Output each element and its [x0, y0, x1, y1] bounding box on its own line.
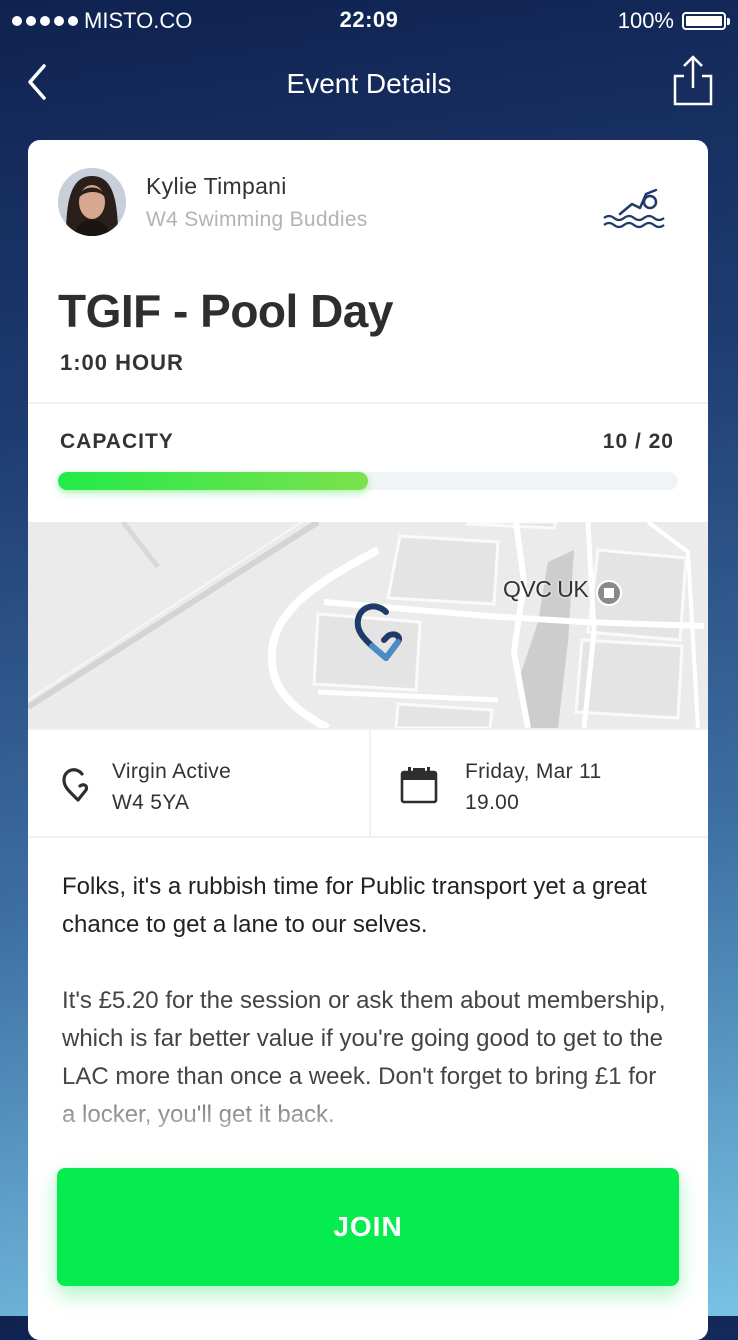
location-name: Virgin Active: [112, 760, 232, 783]
organizer-group: W4 Swimming Buddies: [146, 207, 368, 231]
battery-percent: 100%: [617, 8, 674, 33]
event-duration: 1:00 HOUR: [60, 350, 184, 375]
description-paragraph: Folks, it's a rubbish time for Public tr…: [62, 873, 647, 938]
capacity-progress-bar: [58, 472, 678, 490]
join-button[interactable]: JOIN: [57, 1168, 679, 1286]
calendar-icon: [400, 767, 438, 804]
share-icon: [673, 55, 713, 106]
poi-marker-icon: [596, 580, 622, 606]
location-map[interactable]: QVC UK: [28, 522, 708, 728]
location-info[interactable]: Virgin Active W4 5YA: [28, 730, 368, 836]
page-title: Event Details: [286, 68, 452, 99]
location-postcode: W4 5YA: [112, 791, 190, 814]
avatar: [58, 168, 126, 236]
share-button[interactable]: [672, 54, 714, 106]
event-time: 19.00: [465, 791, 520, 814]
battery-info: 100%: [617, 8, 730, 34]
event-info-row: Virgin Active W4 5YA Friday, Mar 11 19.0…: [28, 728, 708, 838]
capacity-progress-fill: [58, 472, 368, 490]
location-pin-icon: [62, 768, 89, 802]
swimming-icon: [603, 188, 665, 229]
organizer-name: Kylie Timpani: [146, 172, 287, 199]
battery-icon: [682, 12, 730, 30]
datetime-info[interactable]: Friday, Mar 11 19.00: [369, 730, 708, 836]
organizer[interactable]: Kylie Timpani W4 Swimming Buddies: [58, 168, 368, 236]
description-fade-overlay: [28, 1080, 708, 1170]
poi-label: QVC UK: [503, 576, 589, 602]
event-date: Friday, Mar 11: [465, 760, 602, 783]
event-card: Kylie Timpani W4 Swimming Buddies TGIF -…: [28, 140, 708, 1340]
divider: [28, 402, 708, 404]
capacity-label: CAPACITY: [60, 430, 174, 453]
nav-bar: Event Details: [0, 50, 738, 120]
event-title: TGIF - Pool Day: [58, 285, 393, 337]
capacity-count: 10 / 20: [602, 430, 674, 453]
status-bar: MISTO.CO 22:09 100%: [0, 0, 738, 40]
